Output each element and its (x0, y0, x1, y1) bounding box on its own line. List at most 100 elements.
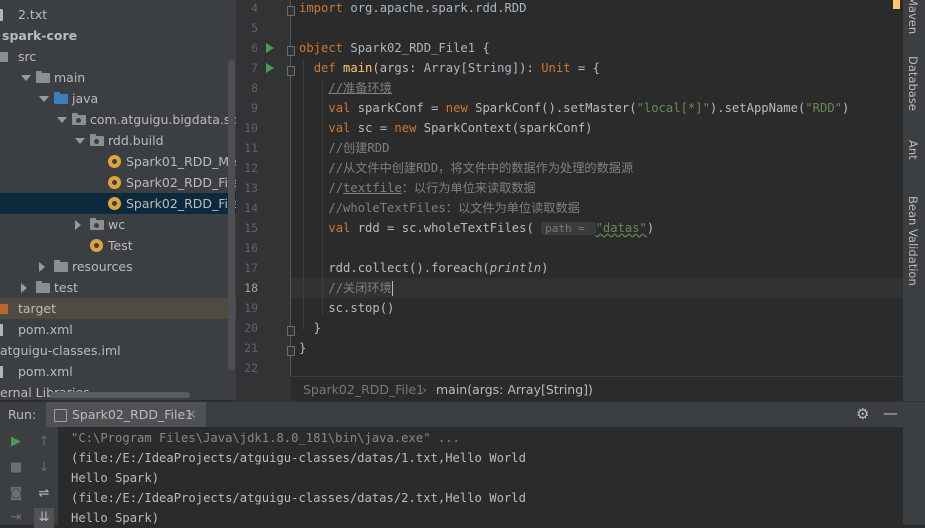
code-line[interactable]: val rdd = sc.wholeTextFiles( path = "dat… (291, 218, 903, 238)
bean-validation-tab[interactable]: Bean Validation (906, 196, 920, 286)
database-tab[interactable]: Database (906, 56, 920, 111)
scroll-up-icon[interactable]: ↑ (34, 432, 54, 452)
code-line[interactable]: val sparkConf = new SparkConf().setMaste… (291, 98, 903, 118)
code-line[interactable]: //创建RDD (291, 138, 903, 158)
tree-item[interactable]: resources (0, 256, 236, 277)
line-number: 4 (251, 1, 258, 15)
console-icon (54, 409, 67, 422)
folder-icon (0, 52, 8, 62)
tree-item-label: resources (72, 259, 133, 274)
code-line[interactable] (291, 238, 903, 258)
chevron-down-icon[interactable] (21, 75, 31, 81)
right-tool-window-bar: Maven Database Ant Bean Validation (903, 0, 925, 401)
ant-tab[interactable]: Ant (906, 140, 920, 160)
code-line-text: //创建RDD (328, 141, 390, 155)
tree-item[interactable]: atguigu-classes.iml (0, 340, 236, 361)
line-number: 14 (244, 201, 258, 215)
code-line-text: //关闭环境 (328, 281, 393, 296)
gear-icon[interactable]: ⚙ (856, 405, 869, 423)
tree-item[interactable]: pom.xml (0, 319, 236, 340)
scala-object-icon (108, 197, 121, 210)
folder-icon (54, 260, 68, 272)
run-config-tab[interactable]: Spark02_RDD_File1 × (46, 402, 206, 428)
tree-item-label: Spark02_RDD_File (126, 175, 236, 190)
code-line[interactable]: object Spark02_RDD_File1 { (291, 38, 903, 58)
tree-item[interactable]: src (0, 46, 236, 67)
code-line-text: sc.stop() (299, 301, 395, 315)
scroll-to-end-icon[interactable]: ⇊ (34, 508, 54, 528)
fold-marker-icon[interactable] (287, 46, 295, 56)
project-tree-horizontal-scrollbar[interactable] (50, 392, 190, 398)
tree-item[interactable]: wc (0, 214, 236, 235)
line-number: 7 (251, 61, 258, 75)
fold-marker-icon[interactable] (287, 6, 295, 16)
tree-item[interactable]: 2.txt (0, 4, 236, 25)
fold-marker-icon[interactable] (287, 326, 295, 336)
tree-item-label: 2.txt (18, 7, 48, 22)
tree-item[interactable]: main (0, 67, 236, 88)
text-file-icon (0, 9, 3, 21)
tree-item[interactable]: Spark02_RDD_File (0, 172, 236, 193)
code-line[interactable]: rdd.collect().foreach(println) (291, 258, 903, 278)
tree-item[interactable]: test (0, 277, 236, 298)
tree-item-label: spark-core (2, 28, 78, 43)
run-console[interactable]: "C:\Program Files\Java\jdk1.8.0_181\bin\… (58, 427, 903, 525)
breadcrumb-object[interactable]: Spark02_RDD_File1 (303, 377, 424, 402)
tree-item[interactable]: Test (0, 235, 236, 256)
code-line[interactable]: import org.apache.spark.rdd.RDD (291, 0, 903, 18)
tree-item[interactable]: spark-core (0, 25, 236, 46)
code-line[interactable]: //准备环境 (291, 78, 903, 98)
chevron-down-icon[interactable] (75, 138, 85, 144)
chevron-right-icon[interactable] (39, 262, 45, 272)
run-gutter-icon[interactable] (266, 43, 274, 53)
rerun-icon[interactable]: ▶ (6, 432, 26, 452)
code-line-text: val sc = new SparkContext(sparkConf) (328, 121, 593, 135)
project-tree[interactable]: 2.txt spark-core src main java com.atguigu.bi… (0, 0, 236, 400)
maven-tab[interactable]: Maven (906, 0, 920, 34)
line-number: 19 (244, 301, 258, 315)
code-line[interactable]: def main(args: Array[String]): Unit = { (291, 58, 903, 78)
code-line[interactable]: val sc = new SparkContext(sparkConf) (291, 118, 903, 138)
tree-item[interactable]: target (0, 298, 236, 319)
tree-item[interactable]: java (0, 88, 236, 109)
scroll-down-icon[interactable]: ↓ (34, 458, 54, 478)
code-line[interactable]: //wholeTextFiles：以文件为单位读取数据 (291, 198, 903, 218)
chevron-right-icon[interactable] (75, 220, 81, 230)
code-line[interactable]: //textfile：以行为单位来读取数据 (291, 178, 903, 198)
camera-icon[interactable]: ◙ (6, 484, 26, 504)
chevron-down-icon[interactable] (57, 117, 67, 123)
tree-item[interactable]: Spark02_RDD_File1 (0, 193, 236, 214)
chevron-right-icon[interactable] (21, 283, 27, 293)
code-line-text: //textfile：以行为单位来读取数据 (328, 181, 536, 195)
code-line[interactable]: //从文件中创建RDD，将文件中的数据作为处理的数据源 (291, 158, 903, 178)
soft-wrap-icon[interactable]: ⇌ (34, 484, 54, 504)
line-number: 9 (251, 101, 258, 115)
project-tree-scrollbar[interactable] (228, 60, 235, 370)
fold-marker-icon[interactable] (287, 66, 295, 76)
tree-item-label: pom.xml (18, 364, 73, 379)
code-line[interactable]: } (291, 318, 903, 338)
chevron-down-icon[interactable] (39, 96, 49, 102)
stop-icon[interactable]: ■ (6, 458, 26, 478)
tree-item[interactable]: com.atguigu.bigdata.spark (0, 109, 236, 130)
breadcrumb: Spark02_RDD_File1 › main(args: Array[Str… (291, 376, 903, 402)
login-icon[interactable]: ⇥ (6, 508, 26, 528)
close-tab-icon[interactable]: × (186, 406, 196, 421)
line-number: 13 (244, 181, 258, 195)
line-number: 11 (244, 141, 258, 155)
tree-item[interactable]: rdd.build (0, 130, 236, 151)
line-number: 22 (244, 361, 258, 375)
code-line[interactable] (291, 18, 903, 38)
code-line[interactable]: } (291, 338, 903, 358)
source-folder-icon (54, 92, 68, 104)
breadcrumb-method[interactable]: main(args: Array[String]) (436, 377, 593, 402)
tree-item-label: java (72, 91, 99, 106)
tree-item[interactable]: Spark01_RDD_Memory (0, 151, 236, 172)
tree-item[interactable]: pom.xml (0, 361, 236, 382)
fold-marker-icon[interactable] (287, 346, 295, 356)
hide-panel-icon[interactable]: — (883, 404, 898, 422)
code-line[interactable]: //关闭环境 (291, 278, 903, 298)
code-line[interactable]: sc.stop() (291, 298, 903, 318)
code-line[interactable] (291, 358, 903, 378)
run-gutter-icon[interactable] (266, 63, 274, 73)
